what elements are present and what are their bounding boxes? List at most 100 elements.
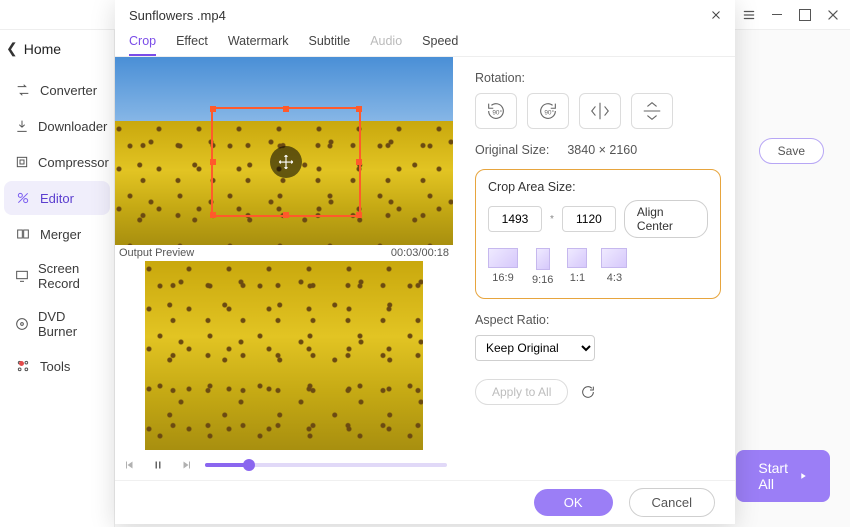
screen-recorder-icon: [14, 267, 30, 285]
ratio-presets: 16:9 9:16 1:1 4:3: [488, 248, 708, 286]
sidebar-item-downloader[interactable]: Downloader: [4, 109, 110, 143]
output-preview-label: Output Preview: [119, 247, 194, 259]
sidebar-item-screen-recorder[interactable]: Screen Record: [4, 253, 110, 299]
cancel-button[interactable]: Cancel: [629, 488, 715, 517]
controls-column: Rotation: 90° 90° Original Size: 3840 × …: [453, 57, 735, 480]
ratio-label: 1:1: [570, 272, 585, 284]
menu-icon[interactable]: [740, 6, 758, 24]
minimize-icon[interactable]: [768, 6, 786, 24]
pause-icon[interactable]: [149, 456, 167, 474]
sidebar-item-label: DVD Burner: [38, 309, 100, 339]
crop-handle-tl[interactable]: [210, 106, 216, 112]
tab-effect[interactable]: Effect: [176, 30, 208, 56]
tab-audio: Audio: [370, 30, 402, 56]
dialog-title: Sunflowers .mp4: [129, 8, 226, 23]
time-display: 00:03/00:18: [391, 247, 449, 259]
rotate-cw-90-icon[interactable]: 90°: [527, 93, 569, 129]
aspect-ratio-select[interactable]: Keep Original: [475, 335, 595, 361]
crop-area-box: Crop Area Size: * Align Center 16:9 9:16: [475, 169, 721, 299]
crop-handle-t[interactable]: [283, 106, 289, 112]
ratio-1-1[interactable]: 1:1: [567, 248, 587, 286]
editor-icon: [14, 189, 32, 207]
sidebar-item-label: Converter: [40, 83, 97, 98]
flip-vertical-icon[interactable]: [631, 93, 673, 129]
sidebar-item-label: Screen Record: [38, 261, 100, 291]
rotation-label: Rotation:: [475, 71, 721, 85]
crop-rectangle[interactable]: [211, 107, 361, 217]
dialog-close-icon[interactable]: [707, 6, 725, 24]
step-back-icon[interactable]: [121, 456, 139, 474]
output-preview: [145, 261, 423, 450]
ratio-label: 4:3: [607, 272, 622, 284]
original-size-row: Original Size: 3840 × 2160: [475, 143, 721, 157]
ratio-thumb-icon: [567, 248, 587, 268]
crop-handle-bl[interactable]: [210, 212, 216, 218]
ratio-label: 9:16: [532, 274, 553, 286]
sidebar-item-tools[interactable]: Tools: [4, 349, 110, 383]
ratio-thumb-icon: [536, 248, 550, 270]
crop-height-input[interactable]: [562, 206, 616, 232]
sidebar-item-dvd-burner[interactable]: DVD Burner: [4, 301, 110, 347]
back-label: Home: [24, 41, 61, 57]
crop-handle-l[interactable]: [210, 159, 216, 165]
align-center-button[interactable]: Align Center: [624, 200, 708, 238]
multiply-icon: *: [550, 214, 554, 225]
compressor-icon: [14, 153, 30, 171]
save-button[interactable]: Save: [759, 138, 824, 164]
rotate-ccw-90-icon[interactable]: 90°: [475, 93, 517, 129]
crop-handle-tr[interactable]: [356, 106, 362, 112]
move-icon[interactable]: [270, 146, 302, 178]
slider-thumb[interactable]: [243, 459, 255, 471]
ratio-thumb-icon: [601, 248, 627, 268]
ratio-9-16[interactable]: 9:16: [532, 248, 553, 286]
reset-icon[interactable]: [580, 384, 596, 400]
ratio-4-3[interactable]: 4:3: [601, 248, 627, 286]
tab-speed[interactable]: Speed: [422, 30, 458, 56]
sidebar-item-label: Tools: [40, 359, 70, 374]
tab-watermark[interactable]: Watermark: [228, 30, 289, 56]
dvd-burner-icon: [14, 315, 30, 333]
playbar: [115, 450, 453, 480]
apply-row: Apply to All: [475, 379, 721, 405]
sidebar: ❮ Home Converter Downloader Compressor E…: [0, 30, 115, 527]
step-forward-icon[interactable]: [177, 456, 195, 474]
sidebar-item-label: Downloader: [38, 119, 107, 134]
crop-handle-r[interactable]: [356, 159, 362, 165]
sidebar-item-compressor[interactable]: Compressor: [4, 145, 110, 179]
crop-width-input[interactable]: [488, 206, 542, 232]
preview-column: Output Preview 00:03/00:18: [115, 57, 453, 480]
sidebar-item-editor[interactable]: Editor: [4, 181, 110, 215]
aspect-ratio-label: Aspect Ratio:: [475, 313, 721, 327]
maximize-icon[interactable]: [796, 6, 814, 24]
start-all-button[interactable]: Start All: [736, 450, 830, 502]
merger-icon: [14, 225, 32, 243]
converter-icon: [14, 81, 32, 99]
tab-subtitle[interactable]: Subtitle: [308, 30, 350, 56]
rotation-buttons: 90° 90°: [475, 93, 721, 129]
editor-dialog: Sunflowers .mp4 Crop Effect Watermark Su…: [115, 0, 735, 524]
flip-horizontal-icon[interactable]: [579, 93, 621, 129]
apply-to-all-button[interactable]: Apply to All: [475, 379, 568, 405]
sidebar-item-merger[interactable]: Merger: [4, 217, 110, 251]
dialog-title-bar: Sunflowers .mp4: [115, 0, 735, 26]
close-icon[interactable]: [824, 6, 842, 24]
sidebar-item-label: Editor: [40, 191, 74, 206]
play-icon: [798, 469, 808, 483]
back-home[interactable]: ❮ Home: [0, 36, 114, 71]
tools-icon: [14, 357, 32, 375]
sidebar-item-label: Merger: [40, 227, 81, 242]
editor-tabs: Crop Effect Watermark Subtitle Audio Spe…: [115, 26, 735, 57]
crop-handle-b[interactable]: [283, 212, 289, 218]
output-field: [145, 261, 423, 450]
crop-handle-br[interactable]: [356, 212, 362, 218]
source-preview[interactable]: [115, 57, 453, 245]
svg-text:90°: 90°: [544, 109, 554, 117]
dialog-body: Output Preview 00:03/00:18 Rotation: 90°: [115, 57, 735, 480]
svg-text:90°: 90°: [492, 109, 502, 117]
sidebar-item-converter[interactable]: Converter: [4, 73, 110, 107]
timeline-slider[interactable]: [205, 463, 447, 467]
ratio-16-9[interactable]: 16:9: [488, 248, 518, 286]
tab-crop[interactable]: Crop: [129, 30, 156, 56]
ok-button[interactable]: OK: [534, 489, 613, 516]
preview-label-row: Output Preview 00:03/00:18: [115, 245, 453, 261]
